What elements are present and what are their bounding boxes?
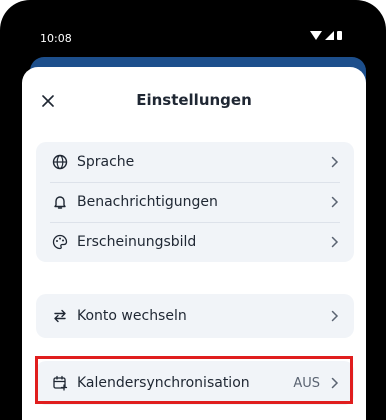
settings-item-label: Benachrichtigungen	[77, 194, 218, 210]
settings-item-label: Sprache	[77, 154, 135, 170]
highlight-box	[35, 356, 353, 404]
chevron-right-icon	[330, 155, 340, 169]
settings-item-language[interactable]: Sprache	[36, 142, 354, 182]
settings-item-appearance[interactable]: Erscheinungsbild	[36, 222, 354, 262]
chevron-right-icon	[330, 309, 340, 323]
chevron-right-icon	[330, 235, 340, 249]
palette-icon	[51, 233, 69, 251]
chevron-right-icon	[330, 195, 340, 209]
settings-item-notifications[interactable]: Benachrichtigungen	[36, 182, 354, 222]
status-icons	[310, 31, 342, 40]
page-title: Einstellungen	[136, 91, 252, 109]
battery-icon	[337, 31, 342, 40]
signal-icon	[325, 31, 334, 40]
status-time: 10:08	[40, 32, 72, 45]
settings-item-label: Erscheinungsbild	[77, 234, 197, 250]
settings-group-general: Sprache Benachrichtigungen Erscheinungsb…	[36, 142, 354, 262]
globe-icon	[51, 153, 69, 171]
bell-icon	[51, 193, 69, 211]
settings-item-switch-account[interactable]: Konto wechseln	[36, 294, 354, 338]
switch-arrows-icon	[51, 307, 69, 325]
settings-group-account: Konto wechseln	[36, 294, 354, 338]
settings-item-label: Konto wechseln	[77, 308, 187, 324]
wifi-icon	[310, 31, 322, 40]
